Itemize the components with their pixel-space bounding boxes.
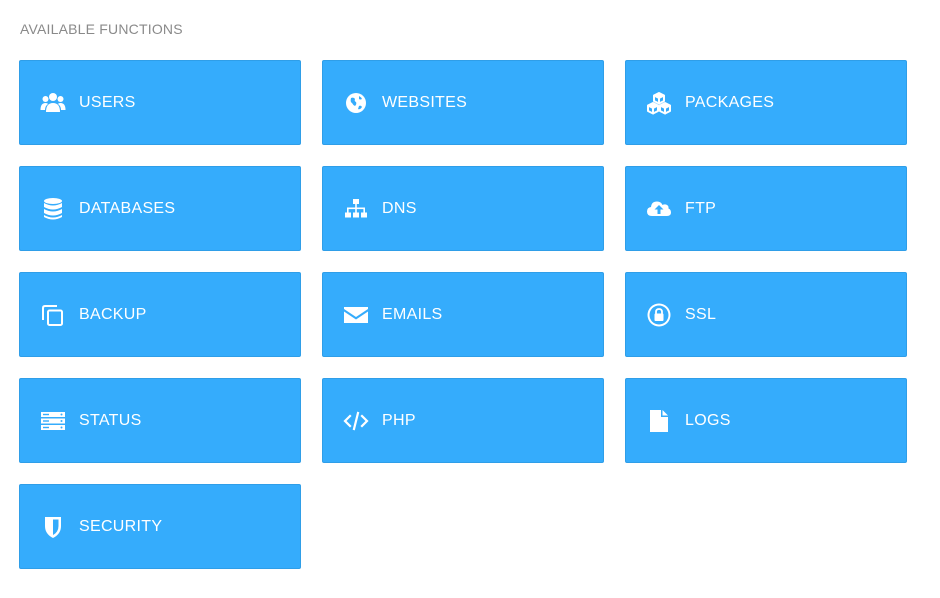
php-label: PHP	[382, 411, 416, 429]
users-icon	[40, 90, 66, 116]
ssl-button[interactable]: SSL	[625, 272, 907, 357]
databases-label: DATABASES	[79, 199, 176, 217]
globe-icon	[343, 90, 369, 116]
server-icon	[40, 408, 66, 434]
code-icon	[343, 408, 369, 434]
sitemap-icon	[343, 196, 369, 222]
ftp-label: FTP	[685, 199, 717, 217]
logs-button[interactable]: LOGS	[625, 378, 907, 463]
copy-icon	[40, 302, 66, 328]
packages-button[interactable]: PACKAGES	[625, 60, 907, 145]
security-label: SECURITY	[79, 517, 163, 535]
dns-button[interactable]: DNS	[322, 166, 604, 251]
emails-button[interactable]: EMAILS	[322, 272, 604, 357]
emails-label: EMAILS	[382, 305, 443, 323]
websites-label: WEBSITES	[382, 93, 468, 111]
users-button[interactable]: USERS	[19, 60, 301, 145]
section-title: AVAILABLE FUNCTIONS	[20, 21, 183, 37]
php-button[interactable]: PHP	[322, 378, 604, 463]
status-button[interactable]: STATUS	[19, 378, 301, 463]
status-label: STATUS	[79, 411, 142, 429]
ftp-button[interactable]: FTP	[625, 166, 907, 251]
users-label: USERS	[79, 93, 136, 111]
backup-label: BACKUP	[79, 305, 147, 323]
ssl-label: SSL	[685, 305, 717, 323]
cloud-upload-icon	[646, 196, 672, 222]
dns-label: DNS	[382, 199, 417, 217]
envelope-icon	[343, 302, 369, 328]
lock-icon	[646, 302, 672, 328]
backup-button[interactable]: BACKUP	[19, 272, 301, 357]
websites-button[interactable]: WEBSITES	[322, 60, 604, 145]
functions-grid: USERS WEBSITES PACKAGES DATABASES DNS FT…	[19, 60, 907, 569]
file-icon	[646, 408, 672, 434]
security-button[interactable]: SECURITY	[19, 484, 301, 569]
shield-icon	[40, 514, 66, 540]
database-icon	[40, 196, 66, 222]
packages-label: PACKAGES	[685, 93, 775, 111]
cubes-icon	[646, 90, 672, 116]
logs-label: LOGS	[685, 411, 731, 429]
databases-button[interactable]: DATABASES	[19, 166, 301, 251]
